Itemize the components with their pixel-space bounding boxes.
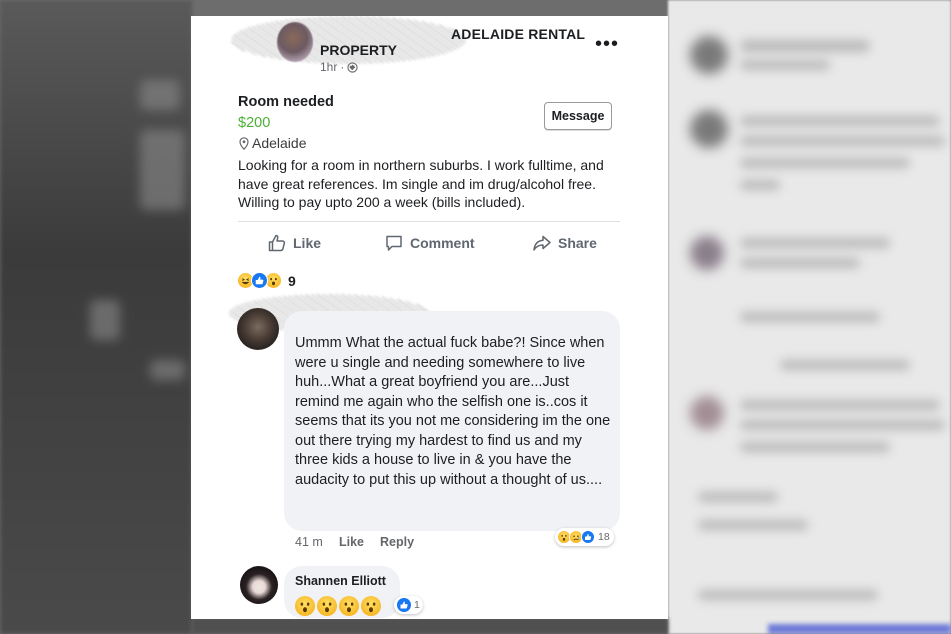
globe-icon: [347, 61, 358, 73]
reply-reactions[interactable]: 1: [394, 596, 423, 614]
share-arrow-icon: [533, 235, 551, 251]
blurred-left-panel: [0, 0, 192, 634]
location-pin-icon: [239, 136, 249, 150]
reply-emoji-text: [295, 596, 381, 616]
like-button[interactable]: Like: [267, 232, 321, 254]
like-reaction-icon: [581, 530, 595, 544]
facebook-post-card: ADELAIDE RENTAL PROPERTY 1hr · ••• Room …: [191, 16, 668, 619]
listing-description: Looking for a room in northern suburbs. …: [238, 157, 604, 210]
comment-label: Comment: [410, 235, 475, 251]
comment-reactions[interactable]: 18: [555, 528, 614, 546]
commenter-avatar[interactable]: [237, 308, 279, 350]
reply-reaction-count: 1: [414, 599, 420, 611]
thumbs-up-icon: [268, 234, 286, 252]
listing-location: Adelaide: [239, 135, 307, 151]
share-label: Share: [558, 235, 597, 251]
more-options-button[interactable]: •••: [595, 34, 619, 54]
location-label: Adelaide: [252, 135, 307, 151]
like-label: Like: [293, 235, 322, 251]
post-reactions-summary[interactable]: 9: [237, 272, 296, 289]
reply-author-name[interactable]: Shannen Elliott: [295, 574, 386, 588]
comment-like-link[interactable]: Like: [339, 535, 364, 549]
wow-emoji-icon: [339, 596, 359, 616]
comment-reaction-count: 18: [598, 531, 610, 543]
listing-title: Room needed: [238, 94, 334, 110]
reply-author-avatar[interactable]: [240, 566, 278, 604]
post-meta: 1hr ·: [320, 60, 358, 74]
comment-reply-link[interactable]: Reply: [380, 535, 414, 549]
comment-button[interactable]: Comment: [384, 232, 475, 254]
group-name[interactable]: ADELAIDE RENTAL: [451, 26, 585, 42]
wow-emoji-icon: [361, 596, 381, 616]
wow-emoji-icon: [317, 596, 337, 616]
wow-emoji-icon: [295, 596, 315, 616]
like-reaction-icon: [251, 272, 268, 289]
like-reaction-icon: [397, 598, 411, 612]
listing-price: $200: [238, 115, 271, 131]
divider: [238, 221, 620, 222]
share-button[interactable]: Share: [532, 232, 597, 254]
comment-time[interactable]: 41 m: [295, 535, 323, 549]
message-button[interactable]: Message: [544, 102, 612, 130]
comment-bubble-icon: [386, 235, 402, 251]
meta-separator: ·: [340, 60, 345, 74]
comment-text: Ummm What the actual fuck babe?! Since w…: [295, 335, 611, 488]
group-name-continued[interactable]: PROPERTY: [320, 42, 397, 58]
blurred-right-panel: [668, 0, 951, 634]
reaction-count: 9: [288, 272, 296, 289]
post-timestamp[interactable]: 1hr: [320, 60, 337, 74]
poster-avatar[interactable]: [277, 22, 313, 62]
